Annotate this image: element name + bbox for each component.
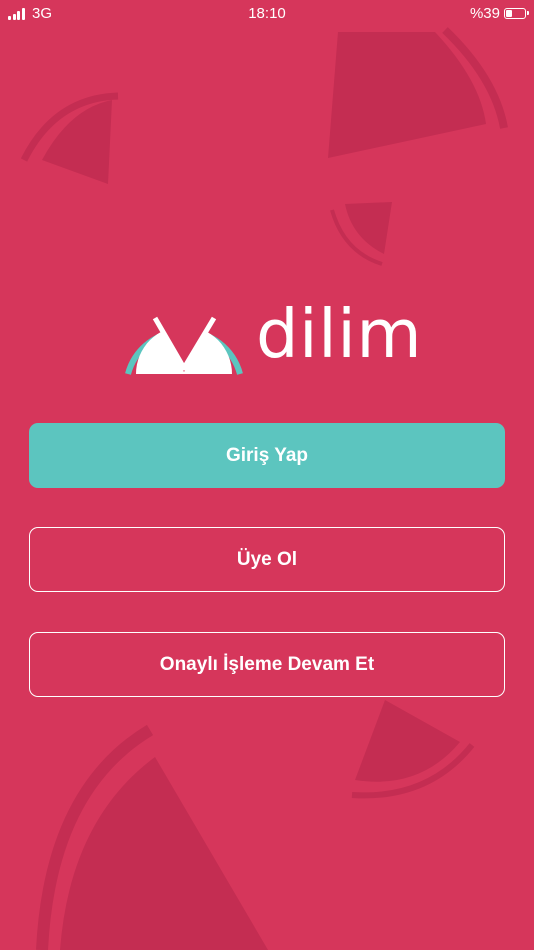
- signup-button-label: Üye Ol: [236, 548, 298, 570]
- status-time: 18:10: [248, 5, 286, 22]
- battery-percent: %39: [469, 5, 500, 22]
- decor-slice-top-left: [20, 92, 119, 184]
- decor-slice-bottom-right: [351, 700, 475, 799]
- decor-slice-top-right: [328, 27, 508, 158]
- status-right: %39: [469, 5, 529, 22]
- signup-button[interactable]: Üye Ol: [29, 527, 505, 592]
- status-bar: 3G 18:10 %39: [0, 0, 534, 28]
- guest-button-label: Onaylı İşleme Devam Et: [159, 653, 375, 675]
- decor-slice-bottom-left: [36, 724, 268, 950]
- app-logo: dilim: [122, 295, 422, 380]
- battery-icon: [504, 8, 529, 19]
- battery-fill: [506, 10, 513, 17]
- continue-as-guest-button[interactable]: Onaylı İşleme Devam Et: [29, 632, 505, 697]
- decor-slice-middle: [330, 202, 392, 266]
- login-button-label: Giriş Yap: [225, 444, 309, 466]
- login-button[interactable]: Giriş Yap: [29, 423, 505, 488]
- logo-wordmark: dilim: [256, 295, 423, 373]
- pizza-slice-logo-icon: [125, 314, 243, 375]
